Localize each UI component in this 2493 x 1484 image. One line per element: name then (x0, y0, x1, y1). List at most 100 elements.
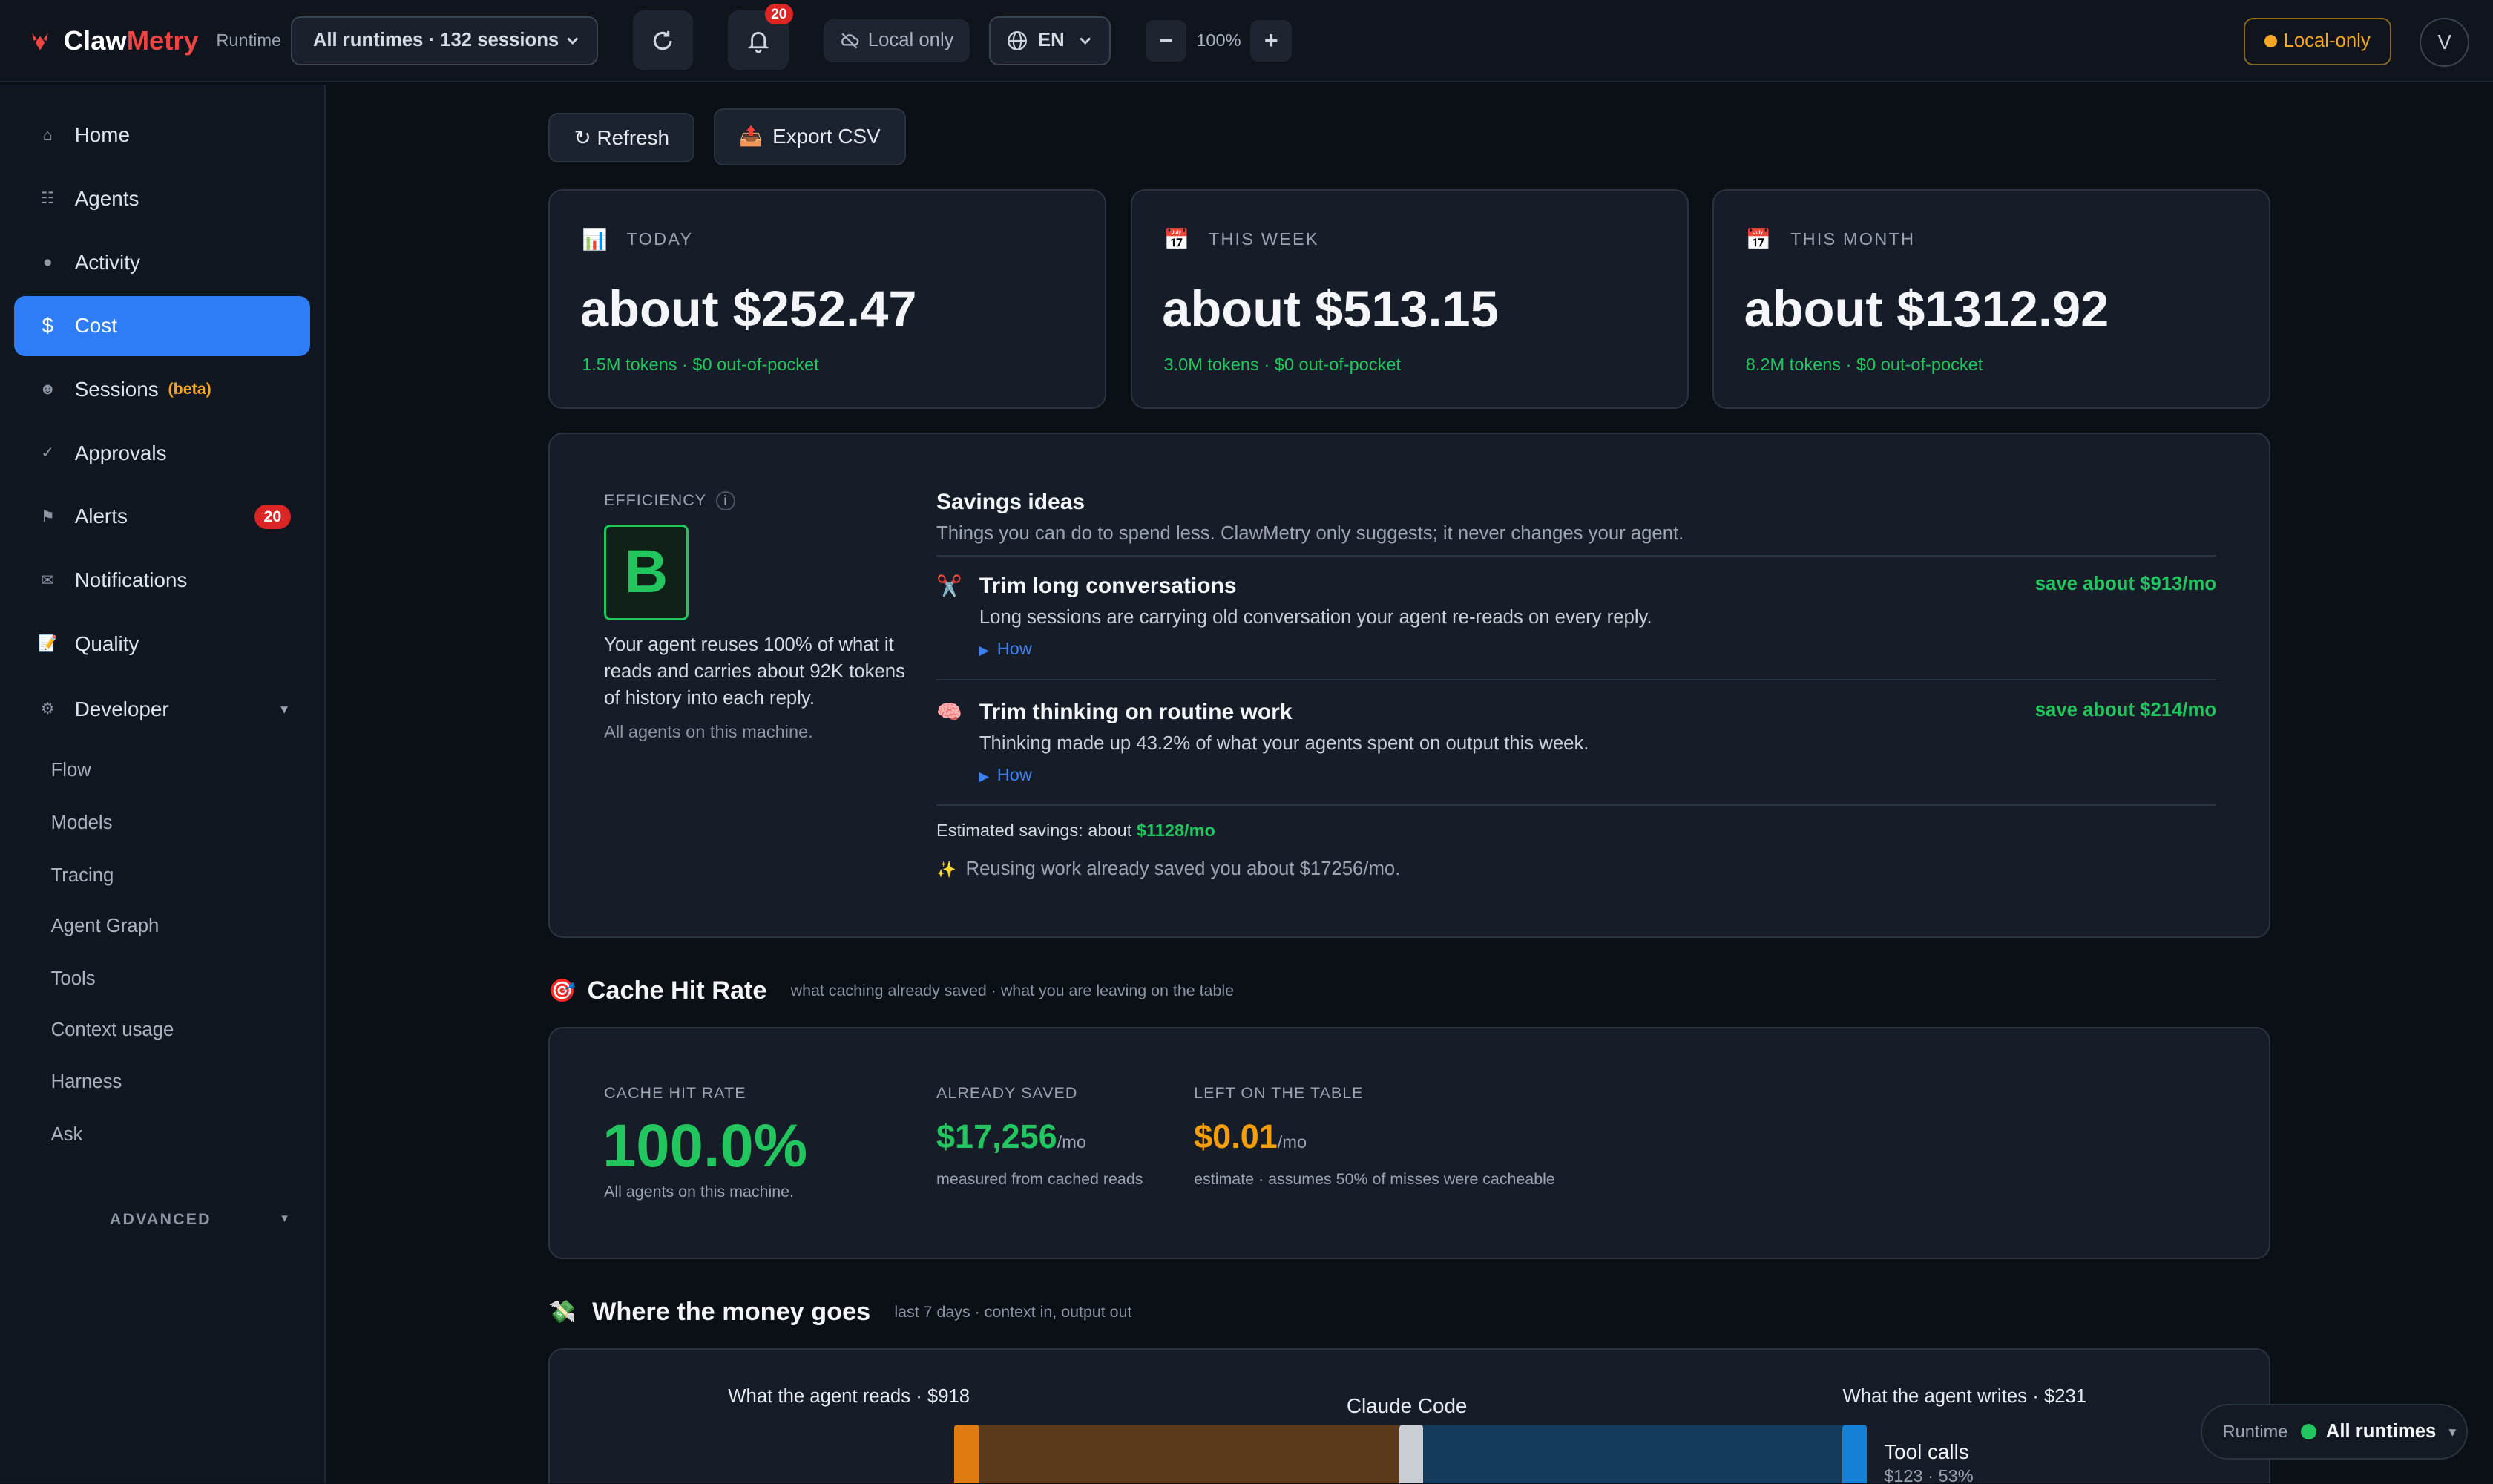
sidebar-subitem-tracing[interactable]: Tracing (51, 865, 114, 887)
sidebar-item-activity[interactable]: ● Activity (14, 232, 310, 292)
cost-card-today: 📊 TODAY about $252.47 1.5M tokens · $0 ou… (548, 189, 1107, 409)
zoom-level: 100% (1196, 30, 1241, 50)
local-only-label: Local only (867, 30, 954, 51)
export-csv-button[interactable]: 📤 Export CSV (714, 108, 906, 165)
chevron-down-icon: ▾ (281, 1209, 290, 1225)
calendar-icon: 📅 (1745, 228, 1773, 252)
top-bar: ClawMetry Runtime All runtimes · 132 ses… (0, 0, 2493, 83)
dollar-icon: $ (42, 314, 54, 338)
cost-card-month: 📅 THIS MONTH about $1312.92 8.2M tokens ·… (1712, 189, 2271, 409)
globe-icon (1008, 30, 1028, 50)
brand-logo[interactable]: ClawMetry (29, 25, 199, 56)
language-select[interactable]: EN (988, 16, 1111, 65)
how-toggle[interactable]: ▶ How (979, 765, 1032, 785)
how-toggle[interactable]: ▶ How (979, 639, 1032, 659)
sidebar-item-developer[interactable]: ⚙ Developer ▾ (14, 679, 310, 739)
runtime-chip-value: All runtimes (2325, 1421, 2437, 1442)
divider (936, 554, 2217, 556)
cache-hit-label: CACHE HIT RATE (604, 1084, 746, 1103)
sidebar-item-cost[interactable]: $ Cost (14, 295, 310, 356)
alerts-count-badge: 20 (254, 504, 292, 530)
envelope-icon: ✉ (41, 571, 55, 589)
period-label: 📊 TODAY (582, 228, 694, 252)
estimated-savings: Estimated savings: about $1128/mo (936, 820, 1215, 840)
sidebar: ⌂ Home ☷ Agents ● Activity $ Cost ☻ Sessions(… (0, 84, 326, 1484)
cost-card-week: 📅 THIS WEEK about $513.15 3.0M tokens · $… (1130, 189, 1689, 409)
sidebar-subitem-flow[interactable]: Flow (51, 760, 91, 781)
notifications-button[interactable]: 20 (728, 4, 794, 71)
info-icon[interactable]: i (715, 491, 735, 510)
agents-icon: ☷ (40, 189, 55, 208)
idea-savings: save about $913/mo (2034, 574, 2217, 595)
idea-title: Trim long conversations (979, 574, 1237, 599)
reads-node-bar (953, 1424, 979, 1484)
local-only-badge[interactable]: Local-only (2243, 17, 2391, 65)
local-only-toggle[interactable]: Local only (823, 19, 970, 62)
caret-right-icon: ▶ (979, 643, 990, 658)
sidebar-item-home[interactable]: ⌂ Home (14, 105, 310, 165)
status-dot-icon (2264, 35, 2277, 48)
notification-count-badge: 20 (764, 4, 794, 25)
zoom-in-button[interactable]: + (1250, 19, 1293, 62)
already-saved-value: $17,256/mo (936, 1117, 1086, 1156)
reuse-note: ✨ Reusing work already saved you about $1… (936, 858, 1401, 879)
user-avatar[interactable]: V (2420, 17, 2469, 67)
chevron-down-icon (1080, 37, 1091, 45)
sidebar-item-agents[interactable]: ☷ Agents (14, 168, 310, 229)
savings-idea: 🧠 Trim thinking on routine work save abo… (936, 698, 2216, 810)
sidebar-item-notifications[interactable]: ✉ Notifications (14, 550, 310, 610)
brand-name: ClawMetry (63, 24, 199, 56)
zoom-out-button[interactable]: − (1145, 19, 1187, 62)
runtime-label: Runtime (216, 30, 282, 50)
cache-section-subtitle: what caching already saved · what you ar… (790, 981, 1235, 999)
money-section-subtitle: last 7 days · context in, output out (894, 1302, 1132, 1321)
refresh-button[interactable]: ↻ Refresh (548, 113, 695, 162)
outbox-icon: 📤 (739, 126, 763, 148)
left-on-table-label: LEFT ON THE TABLE (1194, 1084, 1364, 1103)
tool-calls-label: Tool calls (1884, 1440, 1969, 1464)
target-icon: 🎯 (548, 978, 577, 1003)
runtime-chip[interactable]: Runtime All runtimes ▾ (2200, 1404, 2468, 1460)
sparkles-icon: ✨ (936, 861, 956, 879)
claw-logo-icon (31, 32, 48, 50)
advanced-section-toggle[interactable]: ADVANCED ▾ (110, 1210, 288, 1229)
sidebar-subitem-context-usage[interactable]: Context usage (51, 1020, 174, 1041)
sidebar-subitem-agent-graph[interactable]: Agent Graph (51, 916, 160, 937)
bell-icon (747, 31, 769, 53)
runtime-select[interactable]: All runtimes · 132 sessions (290, 16, 598, 65)
activity-icon: ● (42, 253, 53, 272)
sidebar-subitem-harness[interactable]: Harness (51, 1071, 122, 1093)
left-on-table-value: $0.01/mo (1194, 1117, 1307, 1156)
sidebar-subitem-models[interactable]: Models (51, 812, 113, 834)
refresh-icon (654, 30, 672, 50)
center-node-bar (1399, 1424, 1423, 1484)
reads-label: What the agent reads · $918 (728, 1386, 970, 1408)
sidebar-subitem-ask[interactable]: Ask (51, 1124, 83, 1146)
sidebar-item-sessions[interactable]: ☻ Sessions (beta) (14, 359, 310, 419)
reload-button[interactable] (632, 10, 694, 71)
calendar-icon: 📅 (1163, 228, 1192, 252)
efficiency-label: EFFICIENCY i (604, 491, 735, 510)
period-amount: about $252.47 (580, 280, 917, 338)
center-node-label: Claude Code (1346, 1394, 1468, 1418)
beta-tag: (beta) (168, 380, 211, 398)
efficiency-card: EFFICIENCY i B Your agent reuses 100% of… (548, 432, 2271, 939)
idea-title: Trim thinking on routine work (979, 699, 1293, 724)
already-saved-note: measured from cached reads (936, 1170, 1143, 1189)
writes-label: What the agent writes · $231 (1842, 1386, 2087, 1408)
period-label: 📅 THIS MONTH (1745, 228, 1916, 252)
runtime-chip-label: Runtime (2222, 1422, 2288, 1442)
already-saved-label: ALREADY SAVED (936, 1084, 1078, 1103)
sidebar-item-alerts[interactable]: ⚑ Alerts 20 (14, 487, 310, 547)
chevron-down-icon: ▾ (280, 701, 288, 718)
savings-title: Savings ideas (936, 489, 1085, 514)
sidebar-subitem-tools[interactable]: Tools (51, 968, 96, 990)
savings-subtitle: Things you can do to spend less. ClawMet… (936, 522, 1684, 544)
sidebar-item-approvals[interactable]: ✓ Approvals (14, 423, 310, 483)
cache-section-title: 🎯 Cache Hit Rate what caching already sa… (548, 976, 1235, 1005)
caret-right-icon: ▶ (979, 768, 990, 784)
period-tokens: 3.0M tokens · $0 out-of-pocket (1163, 354, 1402, 374)
left-on-table-note: estimate · assumes 50% of misses were ca… (1194, 1170, 1555, 1189)
writes-flow-band (1422, 1424, 1843, 1484)
sidebar-item-quality[interactable]: 📝 Quality (14, 614, 310, 674)
